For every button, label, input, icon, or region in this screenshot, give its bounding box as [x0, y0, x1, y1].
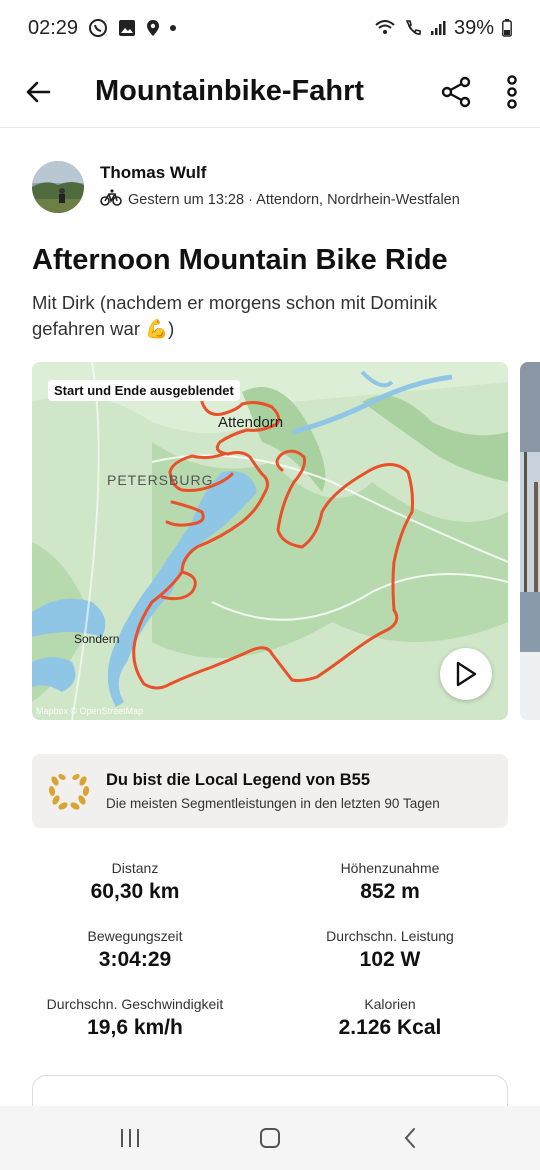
activity-photo-thumbnail[interactable]	[520, 362, 540, 720]
back-button[interactable]	[0, 56, 76, 128]
stat-label: Bewegungszeit	[87, 928, 183, 944]
signal-icon	[430, 20, 446, 36]
stat-average-speed: Durchschn. Geschwindigkeit 19,6 km/h	[0, 996, 270, 1040]
location-icon	[146, 19, 160, 37]
back-arrow-icon	[26, 81, 51, 102]
stat-value: 19,6 km/h	[87, 1016, 183, 1039]
stat-label: Distanz	[111, 860, 159, 876]
status-bar: 02:29 39%	[0, 0, 540, 56]
map-label-district: PETERSBURG	[107, 472, 214, 488]
stat-label: Kalorien	[364, 996, 416, 1012]
gallery-icon	[118, 19, 136, 37]
stat-average-power: Durchschn. Leistung 102 W	[255, 928, 525, 972]
play-icon	[456, 661, 477, 687]
stat-value: 852 m	[360, 880, 420, 903]
app-bar: Mountainbike-Fahrt	[0, 56, 540, 128]
map-label-town: Attendorn	[218, 414, 284, 431]
stat-value: 60,30 km	[90, 880, 180, 903]
athlete-header[interactable]: Thomas Wulf Gestern um 13:28 · Attendorn…	[32, 158, 512, 216]
flyby-play-button[interactable]	[440, 648, 492, 700]
recent-apps-button[interactable]	[100, 1106, 160, 1170]
more-options-button[interactable]	[484, 56, 540, 128]
activity-title: Afternoon Mountain Bike Ride	[32, 244, 448, 276]
stat-label: Durchschn. Geschwindigkeit	[46, 996, 224, 1012]
stat-label: Höhenzunahme	[340, 860, 440, 876]
stat-moving-time: Bewegungszeit 3:04:29	[0, 928, 270, 972]
route-map[interactable]: Attendorn PETERSBURG Sondern Start und E…	[32, 362, 508, 720]
call-icon	[404, 19, 422, 37]
activity-description: Mit Dirk (nachdem er morgens schon mit D…	[32, 292, 438, 339]
dot-icon	[170, 25, 177, 31]
home-icon	[260, 1128, 280, 1148]
share-button[interactable]	[428, 56, 484, 128]
page-title: Mountainbike-Fahrt	[95, 75, 365, 107]
stat-calories: Kalorien 2.126 Kcal	[255, 996, 525, 1040]
map-label-village: Sondern	[74, 632, 120, 646]
wifi-calling-icon	[374, 19, 396, 37]
whatsapp-icon	[88, 18, 108, 38]
battery-percent: 39%	[453, 16, 494, 39]
map-attribution: Mapbox © OpenStreetMap	[36, 706, 144, 716]
activity-meta: Gestern um 13:28 · Attendorn, Nordrhein-…	[128, 192, 460, 208]
system-back-button[interactable]	[380, 1106, 440, 1170]
system-navigation-bar	[0, 1106, 540, 1170]
home-button[interactable]	[240, 1106, 300, 1170]
recent-apps-icon	[121, 1129, 139, 1147]
share-icon	[441, 76, 471, 107]
status-time: 02:29	[28, 16, 79, 39]
mountain-bike-icon	[100, 189, 122, 211]
system-back-icon	[404, 1128, 415, 1148]
map-privacy-notice: Start und Ende ausgeblendet	[48, 380, 240, 401]
local-legend-banner[interactable]: Du bist die Local Legend von B55 Die mei…	[32, 754, 508, 828]
battery-icon	[502, 19, 512, 37]
laurel-icon	[32, 771, 106, 811]
stat-value: 3:04:29	[98, 948, 172, 971]
more-vertical-icon	[507, 74, 517, 109]
local-legend-subtitle: Die meisten Segmentleistungen in den let…	[106, 796, 440, 811]
stat-elevation-gain: Höhenzunahme 852 m	[255, 860, 525, 904]
avatar[interactable]	[32, 161, 84, 213]
athlete-name[interactable]: Thomas Wulf	[100, 163, 460, 183]
stat-label: Durchschn. Leistung	[326, 928, 454, 944]
local-legend-title: Du bist die Local Legend von B55	[106, 771, 371, 789]
stat-value: 2.126 Kcal	[338, 1016, 442, 1039]
stat-value: 102 W	[359, 948, 421, 971]
stat-distance: Distanz 60,30 km	[0, 860, 270, 904]
